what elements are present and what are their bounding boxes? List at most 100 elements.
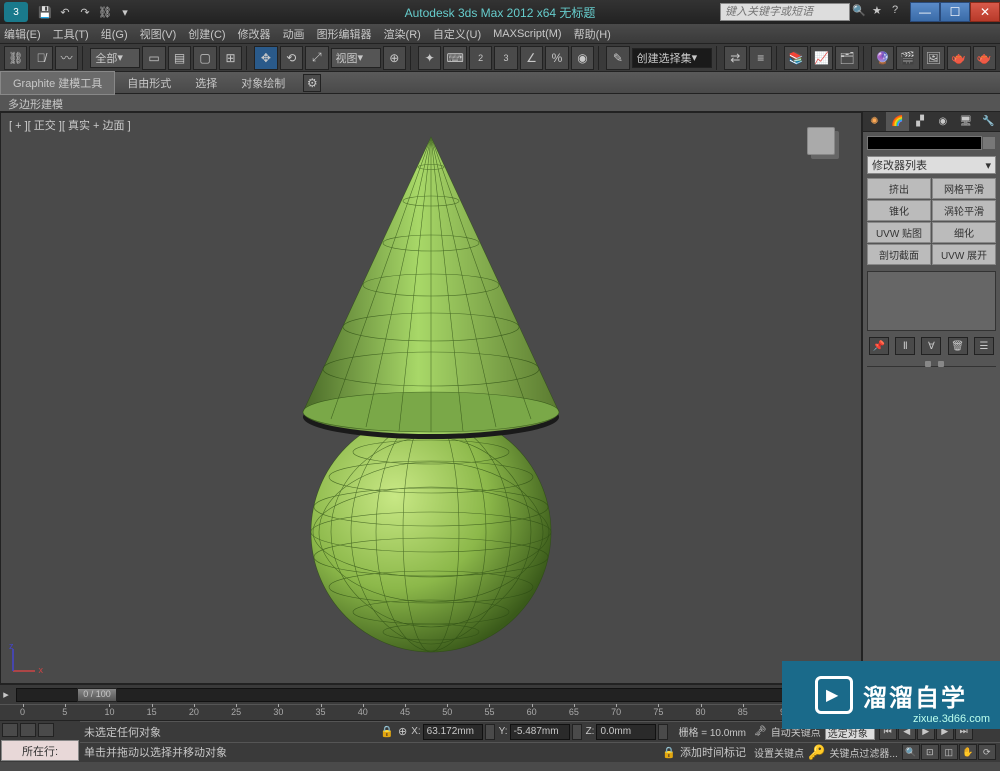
minimize-button[interactable]: — — [910, 2, 940, 22]
mod-turbosmooth[interactable]: 涡轮平滑 — [932, 200, 996, 221]
ribbon-tab-object-paint[interactable]: 对象绘制 — [229, 72, 297, 94]
ribbon-tab-freeform[interactable]: 自由形式 — [115, 72, 183, 94]
help-icon[interactable]: ? — [892, 4, 908, 20]
render-production-icon[interactable]: 🫖 — [947, 46, 970, 70]
mod-uvwunwrap[interactable]: UVW 展开 — [932, 244, 996, 265]
track-bar-toggle-icon[interactable]: ▸ — [0, 688, 12, 701]
coord-y[interactable]: -5.487mm — [510, 724, 570, 740]
select-scale-icon[interactable]: ⤢ — [305, 46, 328, 70]
mod-tessellate[interactable]: 细化 — [932, 222, 996, 243]
percent-snap-icon[interactable]: % — [545, 46, 568, 70]
key-filters-button[interactable]: 关键点过滤器... — [829, 745, 897, 760]
menu-help[interactable]: 帮助(H) — [574, 26, 611, 42]
manipulate-icon[interactable]: ✦ — [418, 46, 441, 70]
ribbon-config-icon[interactable]: ⚙ — [303, 74, 321, 92]
nav-orbit-icon[interactable]: ⟳ — [978, 744, 996, 760]
mod-meshsmooth[interactable]: 网格平滑 — [932, 178, 996, 199]
key-mode-icon[interactable]: 🗝 — [754, 726, 767, 737]
select-region-icon[interactable]: ▢ — [193, 46, 216, 70]
mod-slice[interactable]: 剖切截面 — [867, 244, 931, 265]
qat-undo-icon[interactable]: ↶ — [56, 3, 74, 21]
keyboard-shortcut-icon[interactable]: ⌨ — [443, 46, 466, 70]
tab-modify-icon[interactable]: 🌈 — [886, 112, 909, 131]
menu-rendering[interactable]: 渲染(R) — [384, 26, 421, 42]
big-key-icon[interactable]: 🔑 — [808, 744, 825, 761]
render-iterative-icon[interactable]: 🫖 — [973, 46, 996, 70]
qat-dropdown-icon[interactable]: ▾ — [116, 3, 134, 21]
spin-x[interactable] — [485, 724, 495, 740]
menu-group[interactable]: 组(G) — [101, 26, 128, 42]
mirror-icon[interactable]: ⇄ — [724, 46, 747, 70]
named-selection-sets[interactable]: 创建选择集 ▾ — [632, 48, 712, 68]
use-pivot-center-icon[interactable]: ⊕ — [383, 46, 406, 70]
menu-animation[interactable]: 动画 — [283, 26, 305, 42]
make-unique-icon[interactable]: ∀ — [921, 337, 941, 355]
lock-icon-2[interactable]: 🔒 — [662, 746, 676, 759]
time-slider-thumb[interactable]: 0 / 100 — [77, 688, 117, 702]
window-crossing-icon[interactable]: ⊞ — [219, 46, 242, 70]
viewport[interactable]: [ + ][ 正交 ][ 真实 + 边面 ] — [0, 112, 862, 684]
mod-taper[interactable]: 锥化 — [867, 200, 931, 221]
tab-create-icon[interactable]: ✺ — [863, 112, 886, 131]
sel-lock-icon[interactable] — [2, 723, 18, 737]
menu-modifiers[interactable]: 修改器 — [238, 26, 271, 42]
modifier-list-dropdown[interactable]: 修改器列表 — [867, 156, 996, 174]
render-setup-icon[interactable]: 🎬 — [896, 46, 919, 70]
iso-sel-icon[interactable] — [20, 723, 36, 737]
search-icon[interactable]: 🔍 — [852, 4, 868, 20]
app-logo[interactable]: 3 — [4, 2, 28, 22]
mod-uvwmap[interactable]: UVW 贴图 — [867, 222, 931, 243]
viewport-label[interactable]: [ + ][ 正交 ][ 真实 + 边面 ] — [9, 117, 131, 133]
spin-z[interactable] — [658, 724, 668, 740]
scene-geometry[interactable] — [271, 117, 591, 657]
material-editor-icon[interactable]: 🔮 — [871, 46, 894, 70]
qat-redo-icon[interactable]: ↷ — [76, 3, 94, 21]
object-name-field[interactable] — [867, 136, 982, 150]
select-by-name-icon[interactable]: ▤ — [168, 46, 191, 70]
menu-tools[interactable]: 工具(T) — [53, 26, 89, 42]
maximize-button[interactable]: ☐ — [940, 2, 970, 22]
tab-motion-icon[interactable]: ◉ — [931, 112, 954, 131]
align-icon[interactable]: ≡ — [749, 46, 772, 70]
menu-maxscript[interactable]: MAXScript(M) — [493, 28, 561, 40]
spin-y[interactable] — [572, 724, 582, 740]
nav-pan-icon[interactable]: ✋ — [959, 744, 977, 760]
mod-extrude[interactable]: 挤出 — [867, 178, 931, 199]
tab-utilities-icon[interactable]: 🔧 — [977, 112, 1000, 131]
show-end-result-icon[interactable]: Ⅱ — [895, 337, 915, 355]
qat-save-icon[interactable]: 💾 — [36, 3, 54, 21]
help-search-input[interactable] — [720, 3, 850, 21]
nav-fov-icon[interactable]: ◫ — [940, 744, 958, 760]
menu-edit[interactable]: 编辑(E) — [4, 26, 41, 42]
qat-link-icon[interactable]: ⛓ — [96, 3, 114, 21]
modifier-stack[interactable] — [867, 271, 996, 331]
tab-hierarchy-icon[interactable]: ▞ — [909, 112, 932, 131]
object-color-swatch[interactable] — [982, 136, 996, 150]
ribbon-tab-selection[interactable]: 选择 — [183, 72, 229, 94]
rendered-frame-icon[interactable]: 🖼 — [922, 46, 945, 70]
tab-display-icon[interactable]: 🖥 — [954, 112, 977, 131]
configure-sets-icon[interactable]: ☰ — [974, 337, 994, 355]
ref-coord-system[interactable]: 视图 ▾ — [331, 48, 381, 68]
lock-selection-icon[interactable]: 🔒 — [380, 725, 394, 738]
favorite-icon[interactable]: ★ — [872, 4, 888, 20]
spinner-snap-icon[interactable]: ◉ — [571, 46, 594, 70]
menu-create[interactable]: 创建(C) — [188, 26, 225, 42]
nav-zoomall-icon[interactable]: ⊡ — [921, 744, 939, 760]
layer-manager-icon[interactable]: 📚 — [784, 46, 807, 70]
viewcube[interactable] — [801, 121, 841, 161]
select-rotate-icon[interactable]: ⟲ — [280, 46, 303, 70]
abs-rel-icon[interactable]: ⊕ — [398, 725, 407, 738]
bind-spacewarp-icon[interactable]: 〰 — [55, 46, 78, 70]
select-object-icon[interactable]: ▭ — [142, 46, 165, 70]
angle-snap-icon[interactable]: ∠ — [520, 46, 543, 70]
nav-zoom-icon[interactable]: 🔍 — [902, 744, 920, 760]
layer-indicator[interactable]: 所在行: — [1, 740, 79, 761]
curve-editor-icon[interactable]: 📈 — [810, 46, 833, 70]
link-icon[interactable]: ⛓ — [4, 46, 27, 70]
snap-3d-icon[interactable]: 3 — [494, 46, 517, 70]
set-key-button[interactable]: 设置关键点 — [754, 745, 804, 760]
snap-2d-icon[interactable]: 2 — [469, 46, 492, 70]
menu-customize[interactable]: 自定义(U) — [433, 26, 481, 42]
sel-brackets-icon[interactable] — [38, 723, 54, 737]
